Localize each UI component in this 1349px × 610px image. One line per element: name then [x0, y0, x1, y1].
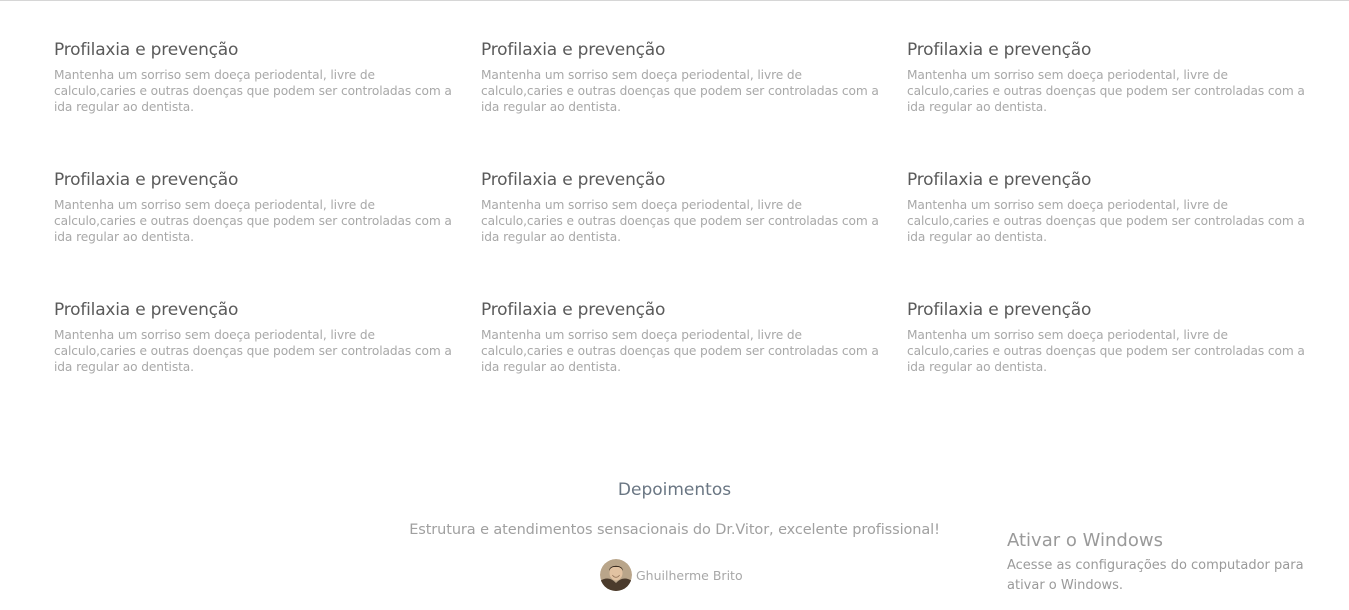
- testimonial-author: Ghuilherme Brito: [600, 559, 743, 591]
- service-title: Profilaxia e prevenção: [907, 170, 1092, 190]
- service-card: Profilaxia e prevenção Mantenha um sorri…: [54, 298, 454, 375]
- service-card: Profilaxia e prevenção Mantenha um sorri…: [481, 38, 881, 115]
- service-title: Profilaxia e prevenção: [481, 170, 666, 190]
- service-description: Mantenha um sorriso sem doeça periodenta…: [907, 68, 1305, 114]
- windows-activation-watermark: Ativar o Windows Acesse as configurações…: [1007, 529, 1347, 596]
- service-card: Profilaxia e prevenção Mantenha um sorri…: [907, 298, 1307, 375]
- watermark-title: Ativar o Windows: [1007, 530, 1163, 551]
- service-card: Profilaxia e prevenção Mantenha um sorri…: [481, 168, 881, 245]
- service-description: Mantenha um sorriso sem doeça periodenta…: [54, 68, 452, 114]
- service-description: Mantenha um sorriso sem doeça periodenta…: [907, 198, 1305, 244]
- service-card: Profilaxia e prevenção Mantenha um sorri…: [907, 168, 1307, 245]
- service-description: Mantenha um sorriso sem doeça periodenta…: [481, 198, 879, 244]
- watermark-text: Acesse as configurações do computador pa…: [1007, 558, 1304, 593]
- service-card: Profilaxia e prevenção Mantenha um sorri…: [54, 38, 454, 115]
- service-description: Mantenha um sorriso sem doeça periodenta…: [54, 328, 452, 374]
- top-divider: [0, 0, 1349, 1]
- service-title: Profilaxia e prevenção: [481, 40, 666, 60]
- service-card: Profilaxia e prevenção Mantenha um sorri…: [54, 168, 454, 245]
- service-description: Mantenha um sorriso sem doeça periodenta…: [481, 68, 879, 114]
- service-title: Profilaxia e prevenção: [907, 40, 1092, 60]
- author-avatar-icon: [600, 559, 632, 591]
- testimonials-title: Depoimentos: [617, 480, 732, 500]
- service-title: Profilaxia e prevenção: [907, 300, 1092, 320]
- service-title: Profilaxia e prevenção: [54, 300, 239, 320]
- service-title: Profilaxia e prevenção: [54, 40, 239, 60]
- service-title: Profilaxia e prevenção: [481, 300, 666, 320]
- service-card: Profilaxia e prevenção Mantenha um sorri…: [907, 38, 1307, 115]
- service-card: Profilaxia e prevenção Mantenha um sorri…: [481, 298, 881, 375]
- service-title: Profilaxia e prevenção: [54, 170, 239, 190]
- service-description: Mantenha um sorriso sem doeça periodenta…: [907, 328, 1305, 374]
- author-name: Ghuilherme Brito: [636, 567, 743, 583]
- service-description: Mantenha um sorriso sem doeça periodenta…: [54, 198, 452, 244]
- service-description: Mantenha um sorriso sem doeça periodenta…: [481, 328, 879, 374]
